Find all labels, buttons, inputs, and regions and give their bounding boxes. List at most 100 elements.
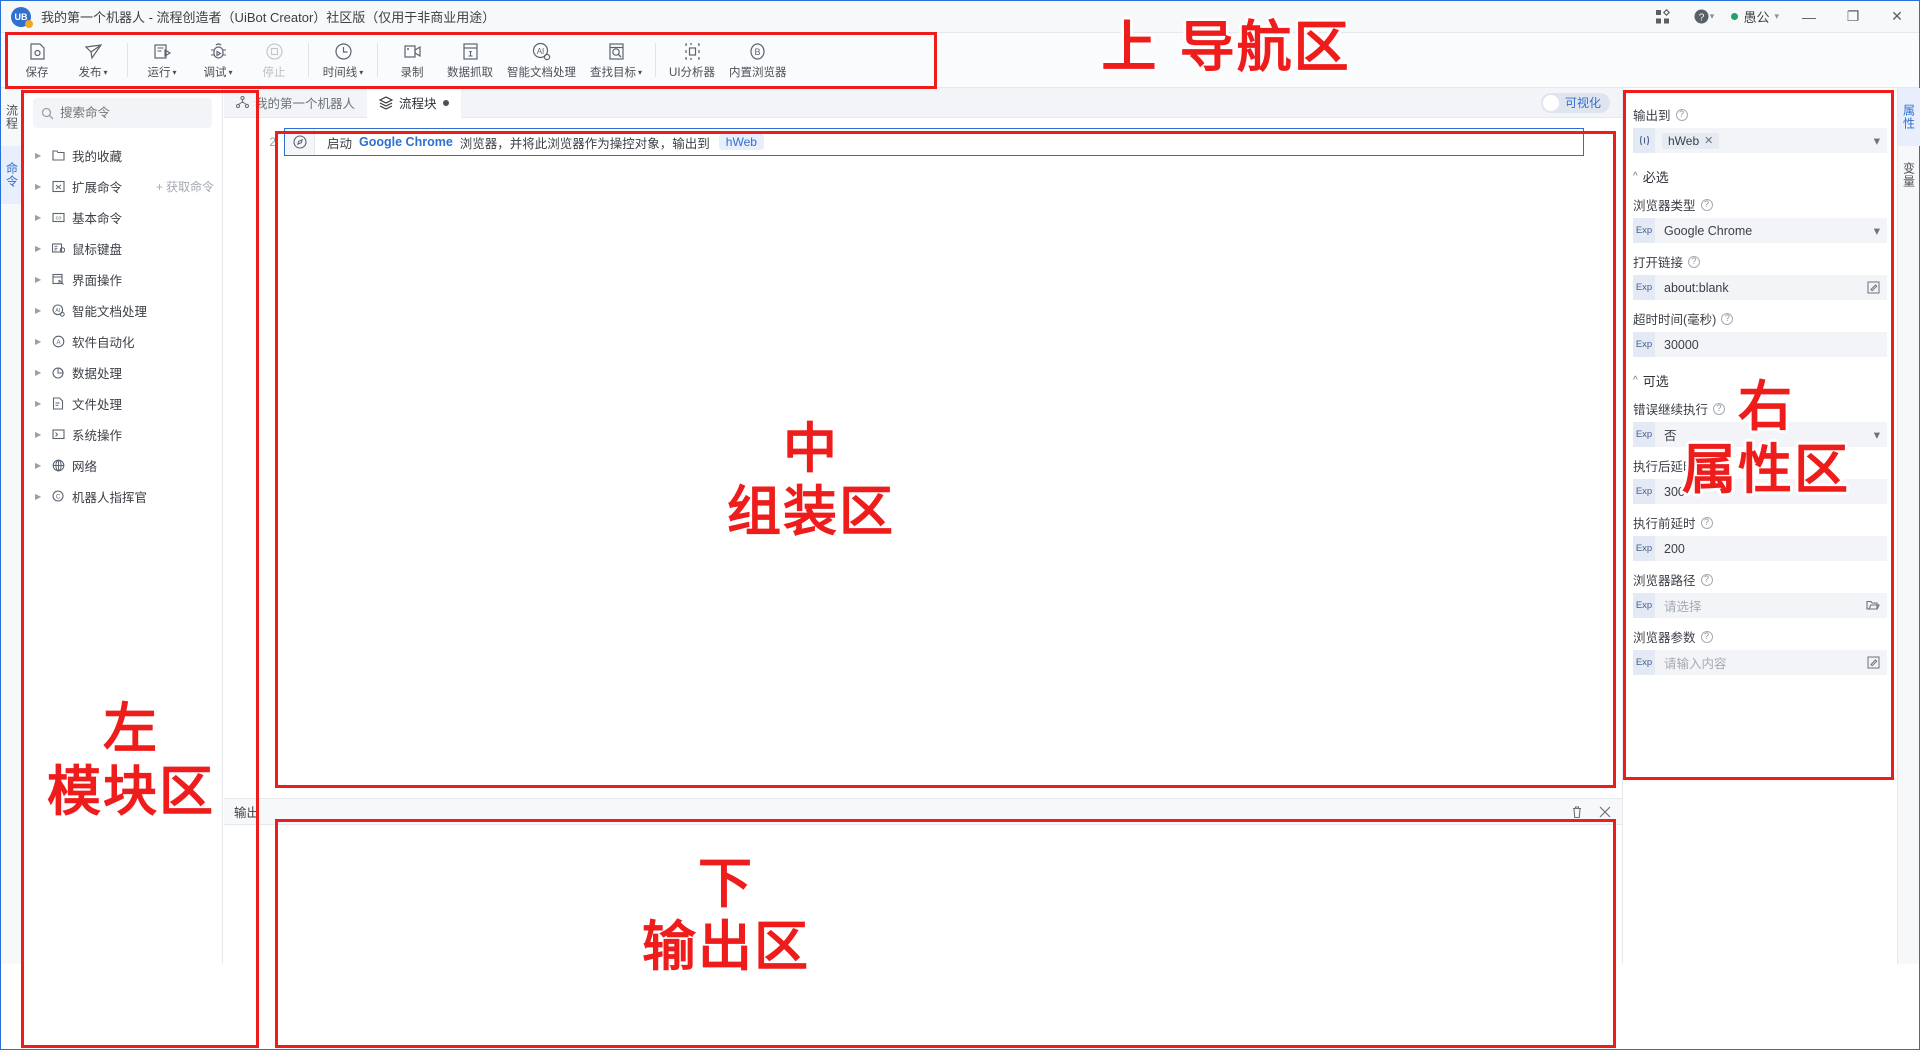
data-scrape-label: 数据抓取 — [447, 67, 493, 79]
record-button[interactable]: 录制 — [384, 34, 440, 86]
section-required-title: 必选 — [1642, 170, 1669, 185]
search-box[interactable] — [33, 98, 212, 128]
step-text-suffix: 浏览器，并将此浏览器作为操控对象，输出到 — [459, 136, 710, 151]
help-tip-icon[interactable]: ? — [1713, 402, 1726, 415]
help-icon[interactable]: ? ▾ — [1683, 1, 1723, 33]
ai-doc-button[interactable]: AI 智能文档处理 — [500, 34, 583, 86]
timeline-chevron-icon[interactable]: ▾ — [359, 68, 363, 77]
trash-icon[interactable] — [1570, 805, 1584, 819]
find-target-label: 查找目标 — [590, 67, 636, 79]
ui-analyzer-button[interactable]: UI分析器 — [662, 34, 722, 86]
restore-button[interactable]: ❐ — [1831, 1, 1875, 33]
command-category-data-process[interactable]: ▶ 数据处理 — [23, 357, 222, 388]
edit-icon[interactable] — [1867, 281, 1887, 294]
ui-operation-icon — [51, 272, 66, 287]
folder-open-icon[interactable] — [1866, 599, 1887, 612]
help-tip-icon[interactable]: ? — [1700, 573, 1713, 586]
command-category-commander[interactable]: ▶ C 机器人指挥官 — [23, 481, 222, 512]
data-scrape-button[interactable]: 数据抓取 — [440, 34, 500, 86]
run-chevron-icon[interactable]: ▾ — [172, 68, 176, 77]
command-category-ai-doc[interactable]: ▶ AI 智能文档处理 — [23, 295, 222, 326]
debug-chevron-icon[interactable]: ▾ — [228, 68, 232, 77]
command-category-favorites[interactable]: ▶ 我的收藏 — [23, 140, 222, 171]
browser-type-field[interactable]: Exp Google Chrome ▾ — [1633, 218, 1887, 243]
publish-chevron-icon[interactable]: ▾ — [103, 68, 107, 77]
apps-grid-icon[interactable] — [1643, 1, 1683, 33]
open-url-field[interactable]: Exp about:blank — [1633, 275, 1887, 300]
tab-my-first-robot[interactable]: 我的第一个机器人 — [224, 88, 367, 118]
command-category-basic[interactable]: ▶ co 基本命令 — [23, 202, 222, 233]
timeline-label: 时间线 — [322, 67, 358, 79]
help-chevron-icon[interactable]: ▾ — [1710, 11, 1715, 22]
help-tip-icon[interactable]: ? — [1721, 312, 1734, 325]
left-rail-tab-flow[interactable]: 流程 — [1, 88, 23, 146]
help-tip-icon[interactable]: ? — [1700, 516, 1713, 529]
help-tip-icon[interactable]: ? — [1700, 459, 1713, 472]
find-target-button[interactable]: 查找目标 ▾ — [583, 34, 649, 86]
help-tip-icon[interactable]: ? — [1700, 198, 1713, 211]
close-icon[interactable] — [1598, 805, 1612, 819]
command-category-extension[interactable]: ▶ 扩展命令 + 获取命令 — [23, 171, 222, 202]
tab-flow-block[interactable]: 流程块 — [367, 87, 461, 118]
command-category-file-process[interactable]: ▶ 文件处理 — [23, 388, 222, 419]
toolbar-separator — [377, 43, 378, 77]
category-label: 文件处理 — [72, 398, 123, 412]
search-input[interactable] — [60, 106, 190, 120]
ui-analyzer-label: UI分析器 — [669, 67, 716, 79]
browser-path-field[interactable]: Exp 请选择 — [1633, 593, 1887, 618]
delay-before-field[interactable]: Exp 200 — [1633, 536, 1887, 561]
flow-canvas[interactable]: 2 启动 Google Chrome 浏览器，并将此浏览器作为操控对象，输出到 … — [224, 118, 1622, 798]
save-button[interactable]: 保存 — [9, 34, 65, 86]
title-bar-right: ? ▾ 愚公 ▾ — ❐ ✕ — [1643, 1, 1919, 32]
command-category-ui-operation[interactable]: ▶ 界面操作 — [23, 264, 222, 295]
browser-type-value: Google Chrome — [1664, 223, 1753, 238]
section-optional[interactable]: ^ 可选 — [1633, 371, 1887, 390]
timeout-field[interactable]: Exp 30000 — [1633, 332, 1887, 357]
command-category-software-automation[interactable]: ▶ A 软件自动化 — [23, 326, 222, 357]
edit-icon[interactable] — [1867, 656, 1887, 669]
help-tip-icon[interactable]: ? — [1675, 108, 1688, 121]
output-panel-body[interactable] — [224, 825, 1622, 964]
run-button[interactable]: 运行 ▾ — [134, 34, 190, 86]
help-tip-icon[interactable]: ? — [1700, 630, 1713, 643]
left-rail-tab-commands[interactable]: 命令 — [1, 146, 23, 204]
command-category-system-operation[interactable]: ▶ 系统操作 — [23, 419, 222, 450]
output-variable-chip[interactable]: hWeb ✕ — [1662, 132, 1720, 149]
command-category-network[interactable]: ▶ 网络 — [23, 450, 222, 481]
minimize-button[interactable]: — — [1787, 1, 1831, 33]
output-to-field[interactable]: hWeb ✕ ▾ — [1633, 128, 1887, 153]
right-rail-tab-properties[interactable]: 属性 — [1898, 88, 1920, 146]
delay-after-field[interactable]: Exp 300 — [1633, 479, 1887, 504]
app-window: UB 我的第一个机器人 - 流程创造者（UiBot Creator）社区版（仅用… — [0, 0, 1920, 1050]
visualize-toggle[interactable]: 可视化 — [1540, 92, 1610, 113]
chevron-down-icon[interactable]: ▾ — [1874, 223, 1887, 238]
output-to-label: 输出到 — [1633, 109, 1671, 123]
remove-variable-icon[interactable]: ✕ — [1704, 134, 1713, 147]
toolbar-group-tools: UI分析器 B 内置浏览器 — [662, 33, 794, 87]
command-category-keyboard[interactable]: ▶ 鼠标键盘 — [23, 233, 222, 264]
help-tip-icon[interactable]: ? — [1688, 255, 1701, 268]
step-output-chip[interactable]: hWeb — [718, 134, 764, 150]
section-required[interactable]: ^ 必选 — [1633, 167, 1887, 186]
right-rail: 属性 变量 — [1897, 88, 1920, 964]
find-target-chevron-icon[interactable]: ▾ — [638, 68, 642, 77]
browser-args-field[interactable]: Exp 请输入内容 — [1633, 650, 1887, 675]
flow-icon — [236, 96, 249, 109]
data-process-icon — [51, 365, 66, 380]
toolbar-separator — [308, 43, 309, 77]
close-button[interactable]: ✕ — [1875, 1, 1919, 33]
software-automation-icon: A — [51, 334, 66, 349]
chevron-down-icon[interactable]: ▾ — [1874, 427, 1887, 442]
debug-button[interactable]: 调试 ▾ — [190, 34, 246, 86]
editor-tab-bar: 我的第一个机器人 流程块 可视化 — [224, 87, 1622, 118]
toggle-knob — [1542, 94, 1559, 111]
publish-button[interactable]: 发布 ▾ — [65, 34, 121, 86]
timeline-button[interactable]: 时间线 ▾ — [315, 34, 371, 86]
get-command-button[interactable]: + 获取命令 — [156, 178, 214, 195]
builtin-browser-button[interactable]: B 内置浏览器 — [722, 34, 794, 86]
flow-step-block[interactable]: 启动 Google Chrome 浏览器，并将此浏览器作为操控对象，输出到 hW… — [284, 128, 1584, 156]
user-menu[interactable]: 愚公 ▾ — [1723, 1, 1787, 33]
right-rail-tab-variables[interactable]: 变量 — [1898, 146, 1920, 204]
continue-on-error-field[interactable]: Exp 否 ▾ — [1633, 422, 1887, 447]
chevron-down-icon[interactable]: ▾ — [1874, 133, 1887, 148]
